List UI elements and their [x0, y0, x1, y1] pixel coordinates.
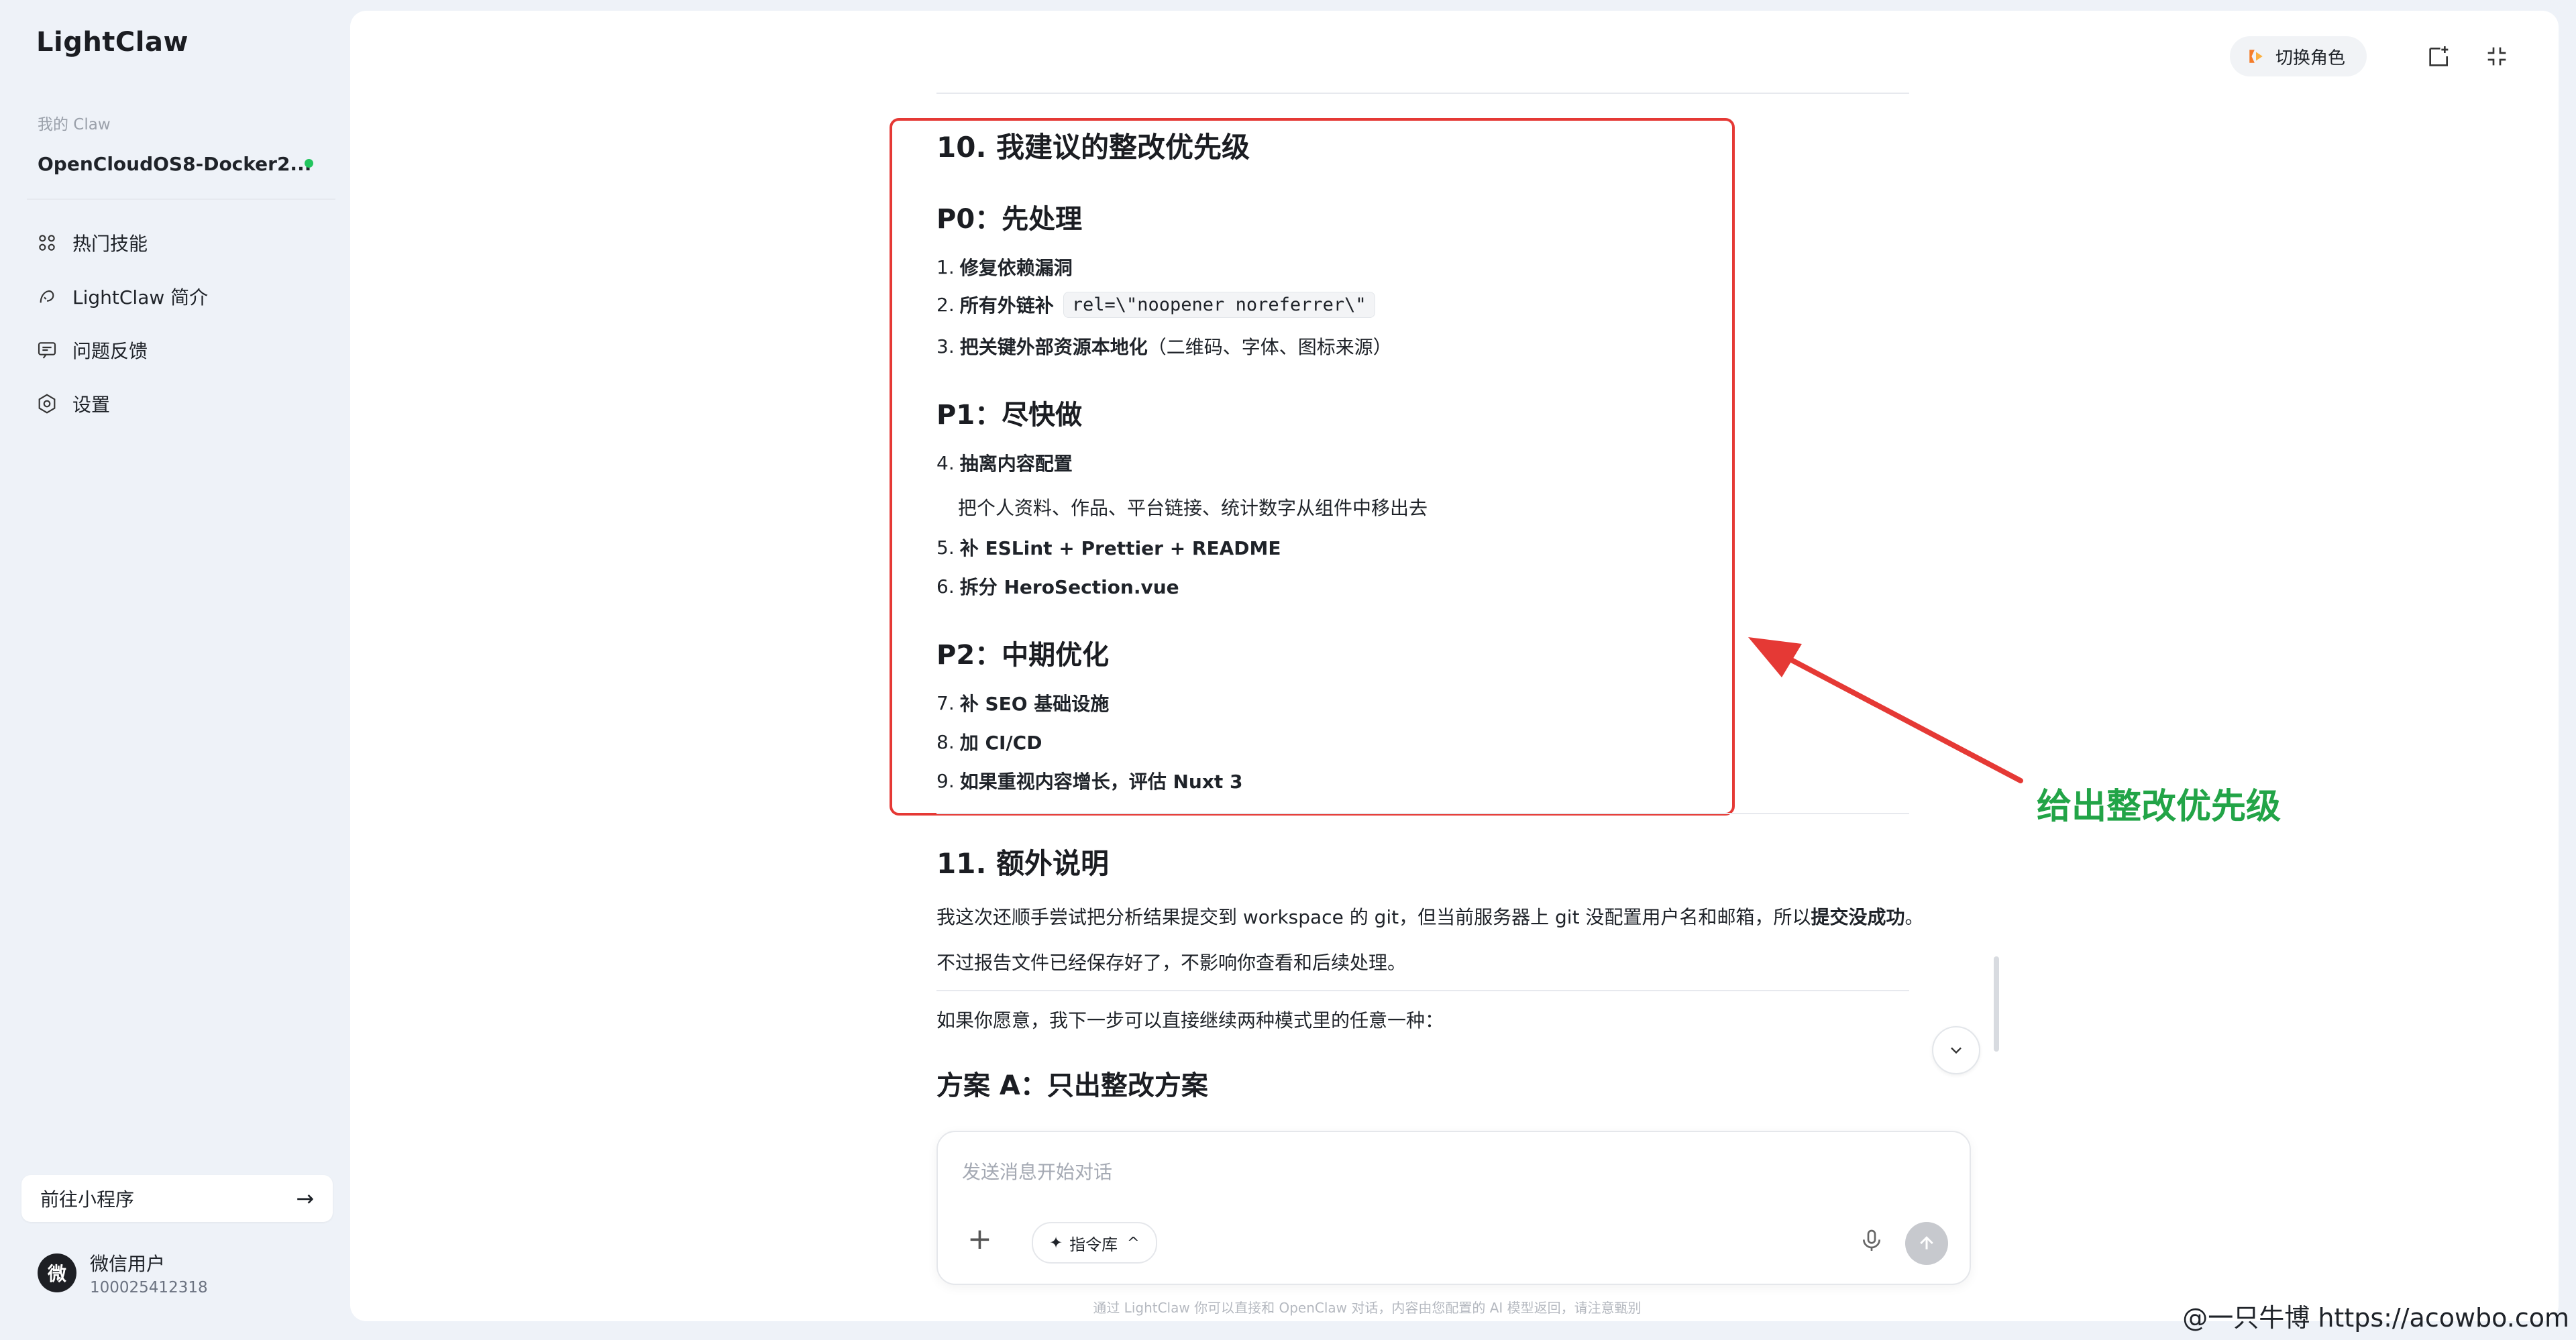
attach-plus-icon[interactable]: + [967, 1225, 992, 1254]
feedback-icon [38, 342, 56, 359]
role-logo-icon [2249, 50, 2263, 63]
message-composer: 发送消息开始对话 + ✦ 指令库 ^ [936, 1131, 1971, 1285]
collapse-button[interactable] [2475, 35, 2518, 78]
chevron-up-icon: ^ [1127, 1234, 1140, 1251]
user-name: 微信用户 [90, 1253, 166, 1275]
sidebar-divider [27, 199, 335, 200]
sidebar-item-settings[interactable]: 设置 [27, 377, 337, 431]
sidebar-item-label: 问题反馈 [72, 340, 148, 362]
send-button[interactable] [1905, 1222, 1948, 1265]
new-chat-button[interactable] [2418, 35, 2461, 78]
user-id: 100025412318 [90, 1279, 208, 1296]
paragraph: 不过报告文件已经保存好了，不影响你查看和后续处理。 [936, 952, 1407, 974]
sidebar: LightClaw 我的 Claw OpenCloudOS8-Docker2..… [0, 0, 350, 1340]
switch-role-button[interactable]: 切换角色 [2229, 36, 2367, 76]
command-library-button[interactable]: ✦ 指令库 ^ [1032, 1222, 1157, 1264]
new-chat-icon [2429, 46, 2449, 66]
divider [936, 813, 1909, 814]
avatar: 微 [38, 1253, 76, 1292]
claw-selector[interactable]: OpenCloudOS8-Docker2... [38, 150, 333, 177]
divider [936, 93, 1909, 94]
chevron-down-icon [1951, 1047, 1962, 1054]
sidebar-nav: 热门技能 LightClaw 简介 问题反馈 设置 [27, 216, 337, 431]
skills-icon [39, 235, 55, 251]
collapse-icon [2487, 47, 2506, 66]
sidebar-item-label: LightClaw 简介 [72, 286, 209, 309]
section-11-title: 11. 额外说明 [936, 847, 1110, 880]
message-input[interactable]: 发送消息开始对话 [962, 1158, 1112, 1184]
mini-program-button[interactable]: 前往小程序 → [21, 1175, 333, 1222]
paragraph: 我这次还顺手尝试把分析结果提交到 workspace 的 git，但当前服务器上… [936, 906, 1924, 928]
switch-role-label: 切换角色 [2275, 48, 2345, 68]
highlight-box [890, 118, 1735, 816]
claw-name: OpenCloudOS8-Docker2... [38, 152, 312, 175]
arrow-right-icon: → [296, 1186, 314, 1211]
app-logo[interactable]: LightClaw [36, 27, 189, 58]
chat-panel: 切换角色 10. 我建议的整改优先级 P0：先处理 1. 修复依赖漏洞 2. 所有外… [350, 11, 2559, 1321]
annotation-label: 给出整改优先级 [2037, 787, 2282, 827]
mini-program-label: 前往小程序 [40, 1188, 135, 1211]
sparkle-icon: ✦ [1049, 1233, 1063, 1252]
scrollbar[interactable] [1994, 956, 1999, 1052]
divider [936, 990, 1909, 991]
command-library-label: 指令库 [1069, 1235, 1118, 1254]
plan-a-title: 方案 A：只出整改方案 [936, 1070, 1208, 1101]
arrow-up-icon [1920, 1236, 1933, 1249]
sidebar-item-feedback[interactable]: 问题反馈 [27, 323, 337, 377]
sidebar-item-label: 热门技能 [72, 233, 148, 255]
microphone-icon[interactable] [1858, 1227, 1885, 1254]
claw-intro-icon [40, 290, 54, 303]
sidebar-item-intro[interactable]: LightClaw 简介 [27, 270, 337, 323]
paragraph: 如果你愿意，我下一步可以直接继续两种模式里的任意一种： [936, 1009, 1444, 1031]
settings-icon [38, 394, 56, 414]
online-status-dot [305, 159, 313, 168]
sidebar-item-skills[interactable]: 热门技能 [27, 216, 337, 270]
my-claw-label: 我的 Claw [38, 116, 111, 133]
user-profile[interactable]: 微 微信用户 100025412318 [38, 1246, 208, 1300]
scroll-to-bottom-button[interactable] [1932, 1026, 1980, 1074]
watermark: @一只牛博 https://acowbo.com [2182, 1303, 2569, 1333]
header-actions: 切换角色 [2229, 35, 2518, 78]
sidebar-item-label: 设置 [72, 394, 111, 416]
